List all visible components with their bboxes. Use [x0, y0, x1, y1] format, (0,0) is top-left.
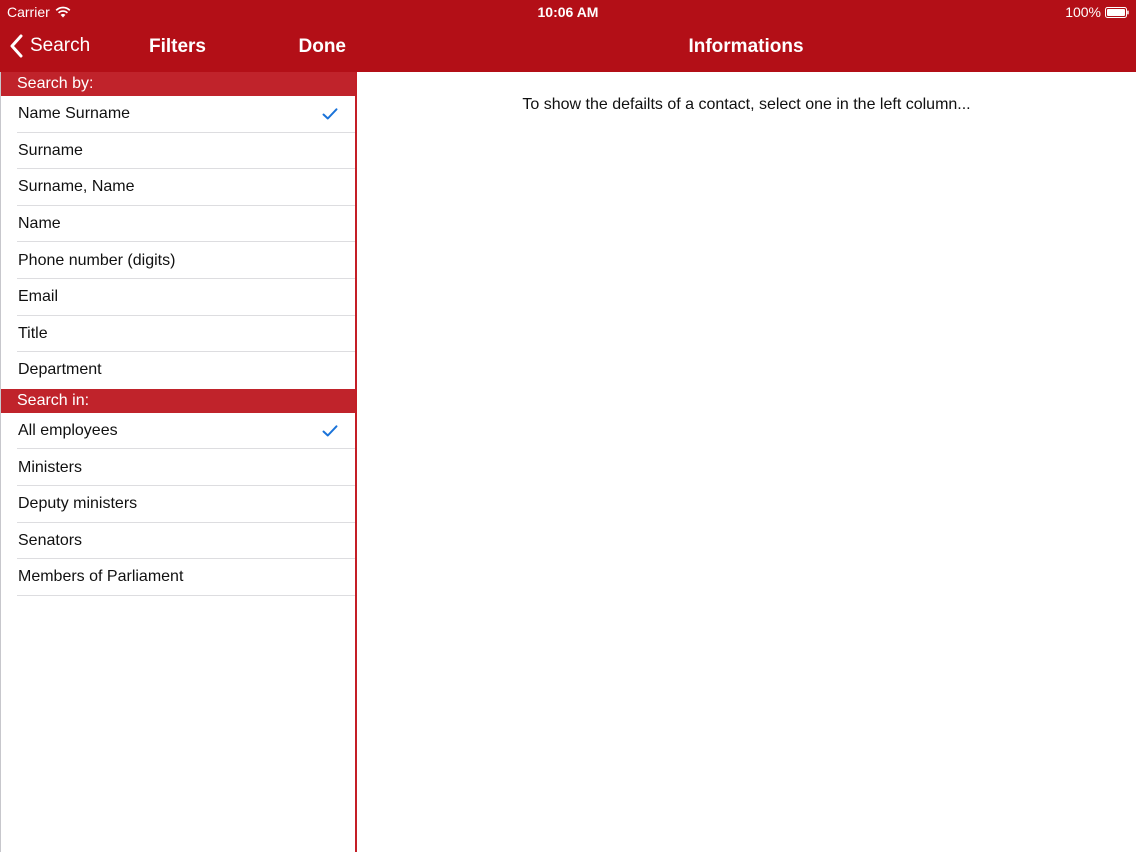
search-by-option-label: Name Surname: [18, 105, 131, 123]
search-by-option[interactable]: Email: [1, 279, 355, 316]
search-by-option[interactable]: Name: [1, 206, 355, 243]
search-by-option[interactable]: Department: [1, 352, 355, 389]
informations-title: Informations: [688, 36, 804, 57]
search-by-option[interactable]: Surname: [1, 133, 355, 170]
informations-panel: To show the defailts of a contact, selec…: [357, 72, 1136, 852]
search-by-option-label: Phone number (digits): [18, 251, 176, 269]
filters-panel: Search by: Name Surname Surname Surname, N…: [0, 72, 355, 852]
search-in-option-label: Ministers: [18, 458, 83, 476]
done-button[interactable]: Done: [299, 36, 347, 58]
search-by-option-label: Surname: [18, 141, 83, 159]
search-by-option[interactable]: Title: [1, 316, 355, 353]
search-by-option-label: Email: [18, 288, 59, 306]
search-in-option-label: All employees: [18, 422, 118, 440]
search-in-option[interactable]: Members of Parliament: [1, 559, 355, 596]
search-by-option-label: Name: [18, 215, 61, 233]
search-in-option[interactable]: Ministers: [1, 449, 355, 486]
status-time: 10:06 AM: [537, 4, 599, 20]
battery-icon: [1105, 6, 1129, 18]
screen: Carrier 10:06 AM 100% Search Filters Don…: [0, 0, 1136, 852]
search-in-option-label: Deputy ministers: [18, 495, 138, 513]
search-by-option-label: Surname, Name: [18, 178, 135, 196]
search-in-list: All employees Ministers Deputy ministers Se…: [1, 413, 355, 596]
search-in-option-label: Members of Parliament: [18, 568, 184, 586]
search-by-list: Name Surname Surname Surname, Name Name Phon…: [1, 96, 355, 389]
search-by-option[interactable]: Name Surname: [1, 96, 355, 133]
top-bar: Carrier 10:06 AM 100% Search Filters Don…: [0, 0, 1136, 72]
search-by-header: Search by:: [1, 72, 355, 96]
search-in-option[interactable]: Deputy ministers: [1, 486, 355, 523]
search-by-option-label: Department: [18, 361, 102, 379]
battery-percent: 100%: [1065, 4, 1101, 20]
checkmark-icon: [322, 108, 338, 120]
search-by-option-label: Title: [18, 324, 48, 342]
empty-state-message: To show the defailts of a contact, selec…: [522, 96, 971, 113]
search-in-header: Search in:: [1, 388, 355, 413]
search-in-option[interactable]: Senators: [1, 523, 355, 560]
search-in-option-label: Senators: [18, 531, 83, 549]
search-by-option[interactable]: Phone number (digits): [1, 242, 355, 279]
search-in-option[interactable]: All employees: [1, 413, 355, 450]
status-battery: 100%: [1065, 4, 1129, 20]
checkmark-icon: [322, 425, 338, 437]
search-by-option[interactable]: Surname, Name: [1, 169, 355, 206]
left-navigation-bar: Search Filters Done: [0, 22, 355, 72]
